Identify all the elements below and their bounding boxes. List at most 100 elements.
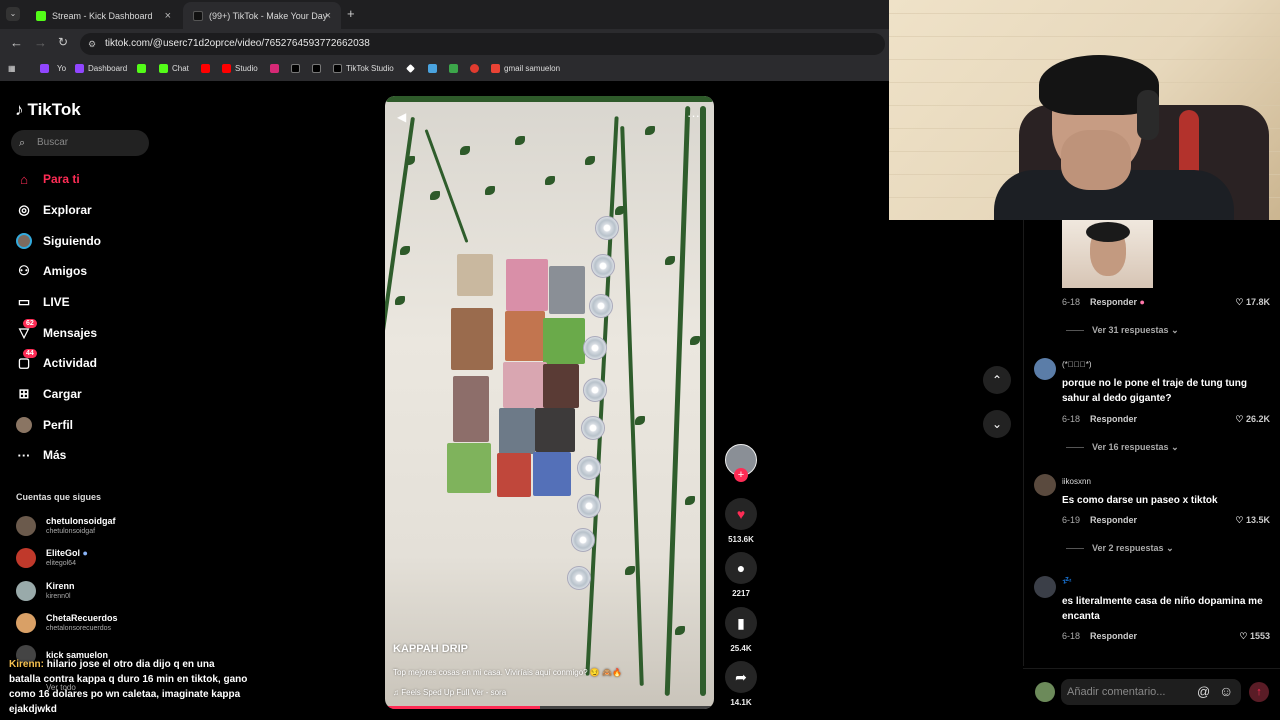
emoji-icon[interactable]: ☺ [1219, 683, 1233, 699]
bookmark-misc-2[interactable] [428, 64, 437, 73]
mention-icon[interactable]: @ [1197, 684, 1210, 699]
following-section-title: Cuentas que sigues [16, 492, 102, 502]
video-music[interactable]: ♫ Feels Sped Up Full Ver - sora [393, 688, 506, 697]
tab-list-icon[interactable]: ⌄ [6, 7, 20, 21]
nav-mensajes[interactable]: ▽ 62 Mensajes [16, 319, 97, 344]
following-account[interactable]: ChetaRecuerdos chetalonsorecuerdos [16, 613, 118, 633]
tab-tiktok[interactable]: (99+) TikTok - Make Your Day × [183, 2, 341, 29]
forward-icon[interactable]: → [34, 35, 47, 50]
nav-label: Perfil [43, 418, 74, 432]
follow-plus-icon[interactable]: + [734, 468, 748, 482]
comment-image-thumbnail[interactable] [1062, 220, 1153, 288]
bookmark-misc-3[interactable] [449, 64, 458, 73]
comment-like-button[interactable]: ♡ 13.5K [1235, 515, 1270, 526]
more-options-icon[interactable]: ··· [687, 108, 700, 123]
video-player[interactable]: ◀ ··· KAPPAH DRIP Top mejores cosas en m… [385, 96, 714, 709]
following-account[interactable]: chetulonsoidgaf chetulonsoidgaf [16, 516, 116, 536]
bookmark-label: TikTok Studio [346, 64, 394, 73]
comment-input[interactable]: Añadir comentario... [1061, 679, 1241, 705]
apps-icon[interactable]: ▦ [8, 64, 16, 73]
following-account[interactable]: Kirenn kirenn0l [16, 581, 75, 601]
bookmark-tiktok-studio[interactable]: TikTok Studio [333, 64, 394, 73]
bookmark-yo[interactable]: Yo [40, 64, 66, 73]
view-replies-button[interactable]: Ver 2 respuestas ⌄ [1066, 543, 1174, 554]
avatar [16, 516, 36, 536]
bookmark-instagram[interactable] [270, 64, 279, 73]
bookmark-youtube[interactable] [201, 64, 210, 73]
bookmark-studio[interactable]: Studio [222, 64, 258, 73]
bookmark-dashboard[interactable]: Dashboard [75, 64, 127, 73]
comment-button[interactable]: ● 2217 [725, 552, 757, 598]
comment-meta: 6-19 Responder [1062, 515, 1137, 525]
creator-avatar-button[interactable]: + [725, 444, 757, 482]
tiktok-logo[interactable]: ♪ TikTok [15, 100, 81, 120]
bookmark-chat[interactable]: Chat [159, 64, 189, 73]
kick-logo-icon [137, 64, 146, 73]
diamond-icon [406, 64, 415, 73]
comment-like-button[interactable]: ♡ 17.8K [1235, 297, 1270, 308]
avatar[interactable] [1034, 474, 1056, 496]
site-info-icon[interactable]: ⚙ [88, 33, 96, 55]
following-account[interactable]: EliteGol ● elitegol64 [16, 548, 88, 568]
like-button[interactable]: ♥ 513.6K [725, 498, 757, 544]
reply-button[interactable]: Responder [1090, 515, 1137, 525]
reload-icon[interactable]: ↻ [58, 35, 68, 49]
bookmark-tiktok[interactable] [312, 64, 321, 73]
bookmark-misc-4[interactable] [470, 64, 479, 73]
bookmark-gmail[interactable]: gmail samuelon [491, 64, 560, 73]
video-progress-bar[interactable] [385, 706, 714, 709]
leaf [395, 296, 405, 305]
bookmark-label: gmail samuelon [504, 64, 561, 73]
nav-label: Explorar [43, 203, 92, 217]
mute-icon[interactable]: ◀ [397, 110, 406, 124]
leaf [585, 156, 595, 165]
reply-button[interactable]: Responder [1090, 631, 1137, 641]
search-placeholder: Buscar [37, 137, 69, 148]
avatar[interactable] [1034, 576, 1056, 598]
nav-perfil[interactable]: Perfil [16, 414, 73, 436]
comment-like-button[interactable]: ♡ 26.2K [1235, 414, 1270, 425]
bookmark-x[interactable] [291, 64, 300, 73]
bookmark-label: Yo [57, 64, 67, 73]
comment-username[interactable]: 💤 [1062, 576, 1072, 585]
reply-button[interactable]: Responder [1090, 297, 1137, 307]
comment-username[interactable]: iikosxnn [1062, 477, 1091, 486]
nav-explorar[interactable]: ◎ Explorar [16, 199, 92, 221]
nav-amigos[interactable]: ⚇ Amigos [16, 260, 87, 282]
share-button[interactable]: ➦ 14.1K [725, 661, 757, 707]
new-tab-icon[interactable]: + [347, 6, 355, 21]
tab-kick-dashboard[interactable]: Stream - Kick Dashboard × [26, 2, 181, 29]
wall-poster [549, 266, 585, 314]
view-replies-button[interactable]: Ver 31 respuestas ⌄ [1066, 325, 1179, 336]
back-icon[interactable]: ← [10, 35, 23, 50]
next-video-button[interactable]: ⌄ [983, 410, 1011, 438]
view-replies-button[interactable]: Ver 16 respuestas ⌄ [1066, 442, 1179, 453]
account-handle: elitegol64 [46, 560, 76, 567]
bookmark-misc-1[interactable] [406, 64, 415, 73]
nav-cargar[interactable]: ⊞ Cargar [16, 383, 82, 405]
twitch-icon [40, 64, 49, 73]
nav-actividad[interactable]: ▢ 44 Actividad [16, 349, 97, 374]
video-author[interactable]: KAPPAH DRIP [393, 643, 468, 655]
comment-meta: 6-18 Responder [1062, 414, 1137, 424]
wall-poster [499, 408, 535, 454]
comment-username[interactable]: (*ﾟ∀ﾟ*) [1062, 360, 1092, 369]
close-tab-icon[interactable]: × [325, 10, 331, 22]
url-field[interactable]: ⚙ tiktok.com/@userc71d2oprce/video/76527… [80, 33, 885, 55]
search-input[interactable]: ⌕ Buscar [11, 130, 149, 156]
nav-para-ti[interactable]: ⌂ Para ti [16, 168, 80, 190]
nav-mas[interactable]: ··· Más [16, 444, 67, 466]
bookmark-kick[interactable] [137, 64, 146, 73]
previous-video-button[interactable]: ⌃ [983, 366, 1011, 394]
save-button[interactable]: ▮ 25.4K [725, 607, 757, 653]
hanging-cd [583, 378, 607, 402]
avatar[interactable] [1034, 358, 1056, 380]
comment-like-button[interactable]: ♡ 1553 [1239, 631, 1270, 642]
account-handle: chetalonsorecuerdos [46, 625, 111, 632]
url-text: tiktok.com/@userc71d2oprce/video/7652764… [105, 38, 370, 49]
nav-siguiendo[interactable]: Siguiendo [16, 230, 101, 252]
nav-live[interactable]: ▭ LIVE [16, 291, 70, 313]
close-tab-icon[interactable]: × [165, 10, 171, 22]
reply-button[interactable]: Responder [1090, 414, 1137, 424]
send-button[interactable]: ↑ [1249, 682, 1269, 702]
